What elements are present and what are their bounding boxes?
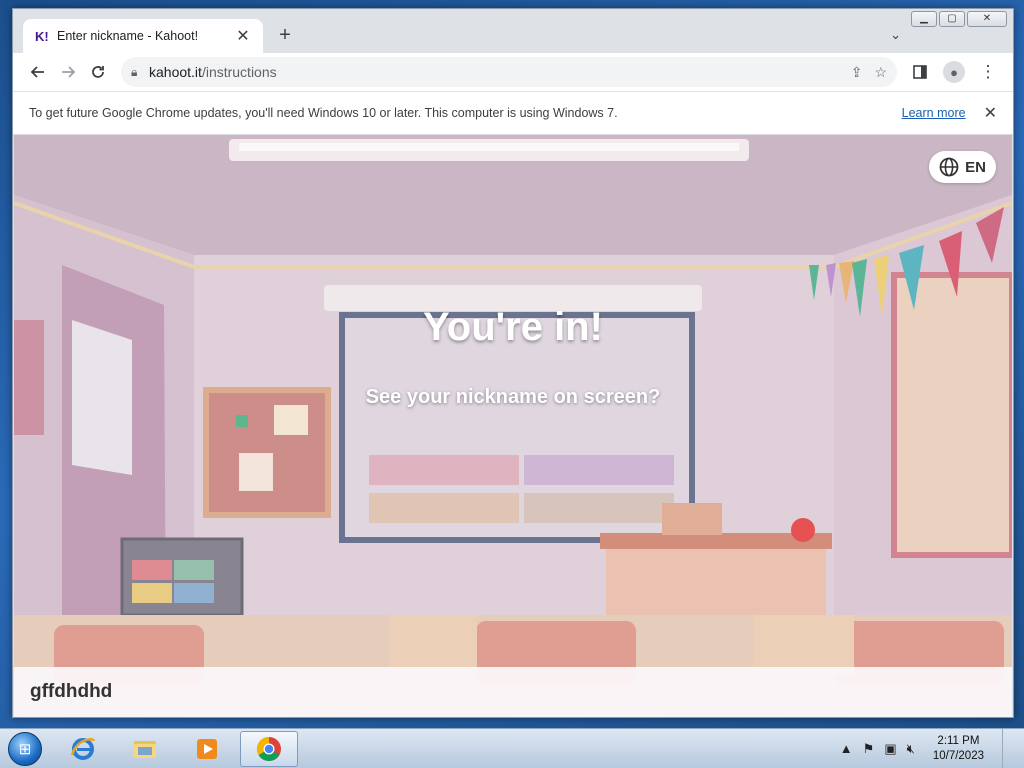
kahoot-page: EN You're in! See your nickname on scree…: [14, 135, 1012, 717]
action-center-flag-icon[interactable]: ⚑: [863, 741, 875, 757]
taskbar-chrome[interactable]: [240, 730, 298, 767]
new-tab-button[interactable]: +: [275, 25, 295, 45]
tab-close-icon[interactable]: ✕: [235, 26, 251, 46]
address-bar[interactable]: 🔒︎ kahoot.it /instructions ⇪ ☆: [121, 57, 897, 87]
player-nickname: gffdhdhd: [30, 681, 113, 702]
taskbar-internet-explorer[interactable]: [54, 731, 112, 767]
media-player-icon: [197, 738, 217, 759]
chrome-menu-button[interactable]: ⋮: [973, 57, 1003, 87]
clock-date: 10/7/2023: [932, 749, 984, 762]
tab-title: Enter nickname - Kahoot!: [57, 29, 199, 43]
reload-button[interactable]: [83, 57, 113, 87]
network-icon[interactable]: ▣: [884, 741, 896, 757]
kahoot-favicon-icon: K!: [35, 28, 49, 44]
windows-logo-icon: ⊞: [8, 731, 42, 766]
browser-toolbar: 🔒︎ kahoot.it /instructions ⇪ ☆ ● ⋮: [13, 53, 1013, 91]
show-hidden-icons-icon[interactable]: ▲: [840, 741, 853, 756]
background-dim-overlay: [14, 135, 1012, 717]
forward-arrow-icon: [62, 66, 76, 78]
browser-window: ▁ ▢ ✕ K! Enter nickname - Kahoot! ✕ + ⌄ …: [12, 8, 1014, 718]
side-panel-icon: [913, 65, 927, 79]
side-panel-button[interactable]: [905, 57, 935, 87]
infobar-close-icon[interactable]: ✕: [984, 103, 997, 123]
share-icon[interactable]: ⇪: [851, 64, 863, 81]
taskbar-clock[interactable]: 2:11 PM 10/7/2023: [933, 734, 984, 764]
language-selector[interactable]: EN: [929, 151, 996, 183]
taskbar-file-explorer[interactable]: [116, 731, 174, 767]
profile-button[interactable]: ●: [939, 57, 969, 87]
back-button[interactable]: [23, 57, 53, 87]
nickname-prompt: See your nickname on screen?: [365, 386, 661, 408]
folder-icon: [134, 740, 156, 758]
system-tray: ▲ ⚑ ▣ 🔇︎ 2:11 PM 10/7/2023: [840, 728, 1024, 768]
show-desktop-button[interactable]: [1002, 728, 1014, 768]
lock-icon[interactable]: 🔒︎: [131, 65, 149, 80]
learn-more-link[interactable]: Learn more: [902, 106, 966, 120]
start-button[interactable]: ⊞: [0, 729, 50, 768]
profile-avatar-icon: ●: [943, 61, 965, 83]
nickname-bar: gffdhdhd: [14, 667, 1012, 717]
internet-explorer-icon: [70, 737, 96, 760]
kebab-menu-icon: ⋮: [979, 62, 997, 81]
tab-strip: K! Enter nickname - Kahoot! ✕ + ⌄: [13, 9, 1013, 53]
youre-in-headline: You're in!: [423, 305, 603, 349]
toolbar-right: ● ⋮: [905, 57, 1003, 87]
infobar-message: To get future Google Chrome updates, you…: [29, 106, 618, 120]
tab-kahoot[interactable]: K! Enter nickname - Kahoot! ✕: [23, 19, 263, 53]
clock-time: 2:11 PM: [937, 734, 980, 747]
globe-icon: [939, 157, 959, 177]
bookmark-star-icon[interactable]: ☆: [874, 64, 887, 81]
taskbar-media-player[interactable]: [178, 731, 236, 767]
windows-taskbar: ⊞ ▲ ⚑ ▣ 🔇︎ 2:11 PM 10/7/2023: [0, 728, 1024, 768]
language-code: EN: [965, 158, 986, 176]
volume-muted-icon[interactable]: 🔇︎: [907, 741, 915, 757]
forward-button[interactable]: [53, 57, 83, 87]
update-infobar: To get future Google Chrome updates, you…: [13, 91, 1013, 135]
url-path: /instructions: [201, 64, 277, 80]
tab-search-chevron-icon[interactable]: ⌄: [890, 27, 901, 43]
chrome-icon: [256, 736, 281, 761]
omnibox-actions: ⇪ ☆: [851, 64, 887, 81]
back-arrow-icon: [30, 66, 44, 78]
reload-icon: [92, 66, 104, 78]
url-host: kahoot.it: [149, 64, 202, 80]
